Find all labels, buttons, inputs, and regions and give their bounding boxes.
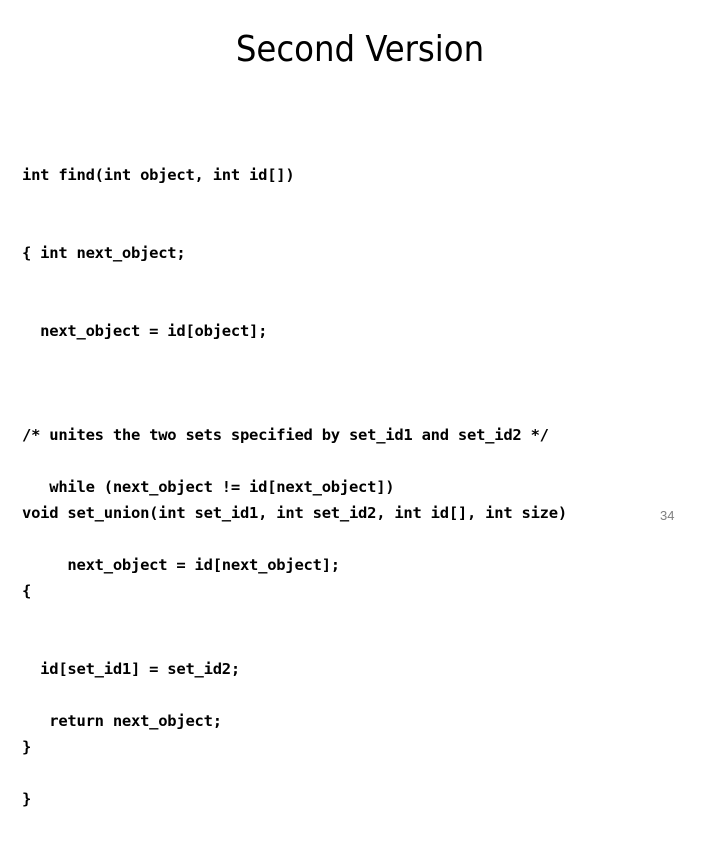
code-line: id[set_id1] = set_id2; <box>22 660 240 678</box>
code-line: } <box>22 738 32 756</box>
page-title: Second Version <box>235 29 485 70</box>
code-block-set-union-function: /* unites the two sets specified by set_… <box>22 370 567 812</box>
code-line: next_object = id[object]; <box>22 322 268 340</box>
code-line: { int next_object; <box>22 244 186 262</box>
code-line: int find(int object, int id[]) <box>22 166 295 184</box>
page-number: 34 <box>660 508 675 523</box>
code-line-comment: /* unites the two sets specified by set_… <box>22 426 549 444</box>
code-line: void set_union(int set_id1, int set_id2,… <box>22 504 567 522</box>
slide-canvas: Second Version int find(int object, int … <box>0 0 720 808</box>
code-line: { <box>22 582 32 600</box>
